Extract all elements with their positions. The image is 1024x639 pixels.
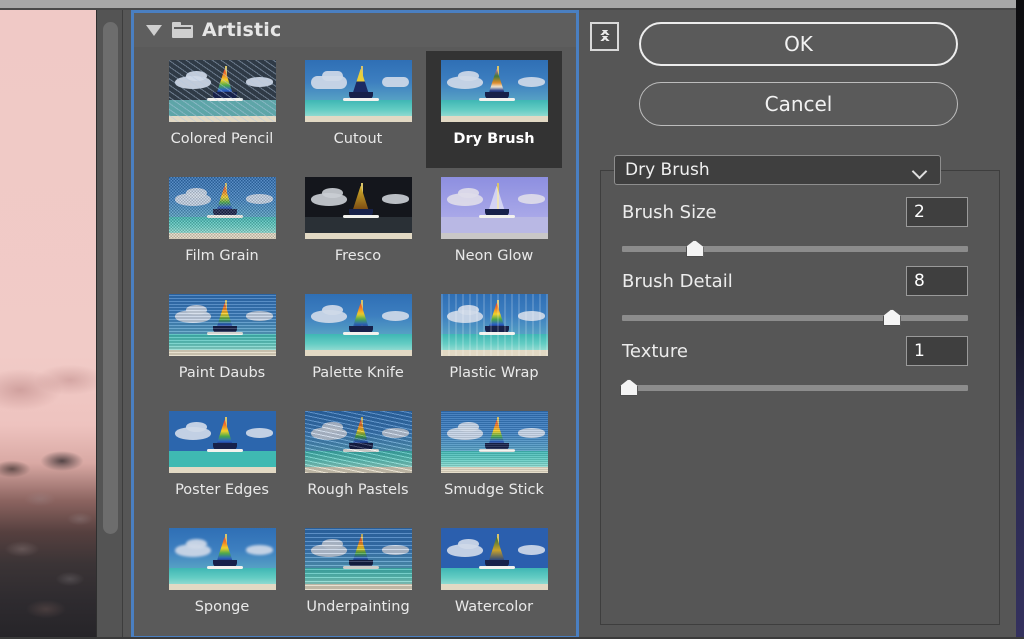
filter-cell[interactable]: Fresco [290,168,426,285]
filter-label: Plastic Wrap [449,365,539,381]
filter-label: Paint Daubs [178,365,266,381]
filter-thumbnail[interactable] [440,177,548,239]
filter-label: Watercolor [454,599,534,615]
slider-value-input[interactable]: 2 [906,197,968,227]
filter-cell[interactable]: Underpainting [290,519,426,636]
filter-thumbnail[interactable] [168,60,276,122]
filter-thumbnail[interactable] [304,177,412,239]
slider-group-brush-size: Brush Size 2 [622,197,968,257]
folder-icon [172,22,193,38]
slider-value-input[interactable]: 8 [906,266,968,296]
cancel-button[interactable]: Cancel [639,82,958,126]
filter-cell[interactable]: Paint Daubs [154,285,290,402]
category-header[interactable]: Artistic [134,13,576,47]
group-box-top-right-rule [941,170,1000,171]
filter-label: Sponge [194,599,250,615]
filter-label: Neon Glow [454,248,534,264]
slider-label: Texture [622,341,688,362]
filter-thumbnail[interactable] [440,294,548,356]
slider-label: Brush Size [622,202,717,223]
filter-cell[interactable]: Poster Edges [154,402,290,519]
chevron-down-icon [914,166,926,173]
filter-thumbnail[interactable] [168,177,276,239]
filter-label: Colored Pencil [170,131,274,147]
filter-select[interactable]: Dry Brush [614,155,941,185]
slider-label: Brush Detail [622,271,733,292]
filter-cell[interactable]: Rough Pastels [290,402,426,519]
filter-thumbnail[interactable] [304,528,412,590]
filter-label: Smudge Stick [444,482,544,498]
filter-thumbnail[interactable] [440,528,548,590]
filter-cell[interactable]: Watercolor [426,519,562,636]
filter-label: Dry Brush [453,131,535,147]
collapse-panel-button[interactable] [590,22,619,51]
filter-cell[interactable]: Cutout [290,51,426,168]
filter-cell[interactable]: Film Grain [154,168,290,285]
filter-label: Palette Knife [312,365,404,381]
disclosure-triangle-icon[interactable] [146,24,162,36]
filter-label: Cutout [333,131,383,147]
filter-cell[interactable]: Palette Knife [290,285,426,402]
filter-thumbnail[interactable] [440,60,548,122]
slider-track[interactable] [622,385,968,391]
filter-thumbnail[interactable] [304,411,412,473]
filter-cell[interactable]: Colored Pencil [154,51,290,168]
filter-cell[interactable]: Plastic Wrap [426,285,562,402]
group-box-top-left-rule [600,170,614,171]
filter-cell[interactable]: Dry Brush [426,51,562,168]
preview-rocks [0,439,97,639]
filter-grid: Colored Pencil Cutout Dry Brush Film Grain F… [134,51,576,636]
filter-thumbnail[interactable] [440,411,548,473]
filter-grid-scroll-area: Colored Pencil Cutout Dry Brush Film Grain F… [134,47,576,636]
slider-track[interactable] [622,246,968,252]
filter-label: Rough Pastels [307,482,409,498]
filter-thumbnail[interactable] [168,294,276,356]
vertical-scrollbar-thumb[interactable] [103,22,118,534]
filter-cell[interactable]: Sponge [154,519,290,636]
ok-button[interactable]: OK [639,22,958,66]
filter-label: Fresco [334,248,382,264]
slider-group-texture: Texture 1 [619,336,968,396]
slider-value-input[interactable]: 1 [906,336,968,366]
filter-label: Film Grain [185,248,259,264]
window-right-edge [1016,0,1024,639]
filter-gallery-window: Artistic Colored Pencil Cutout Dry Brush Fi… [0,0,1024,639]
filter-cell[interactable]: Smudge Stick [426,402,562,519]
filter-thumbnail[interactable] [304,60,412,122]
filter-thumbnail[interactable] [168,528,276,590]
category-label: Artistic [202,19,282,41]
settings-group-box [600,170,1000,625]
filter-thumbnail[interactable] [168,411,276,473]
filter-gallery-panel: Artistic Colored Pencil Cutout Dry Brush Fi… [131,10,579,639]
window-top-strip [0,0,1024,8]
filter-select-value: Dry Brush [625,160,710,180]
image-preview[interactable] [0,10,97,639]
slider-group-brush-detail: Brush Detail 8 [622,266,968,326]
filter-cell[interactable]: Neon Glow [426,168,562,285]
filter-thumbnail[interactable] [304,294,412,356]
slider-track[interactable] [622,315,968,321]
filter-label: Underpainting [306,599,410,615]
double-chevron-up-icon [597,30,612,41]
filter-label: Poster Edges [175,482,269,498]
